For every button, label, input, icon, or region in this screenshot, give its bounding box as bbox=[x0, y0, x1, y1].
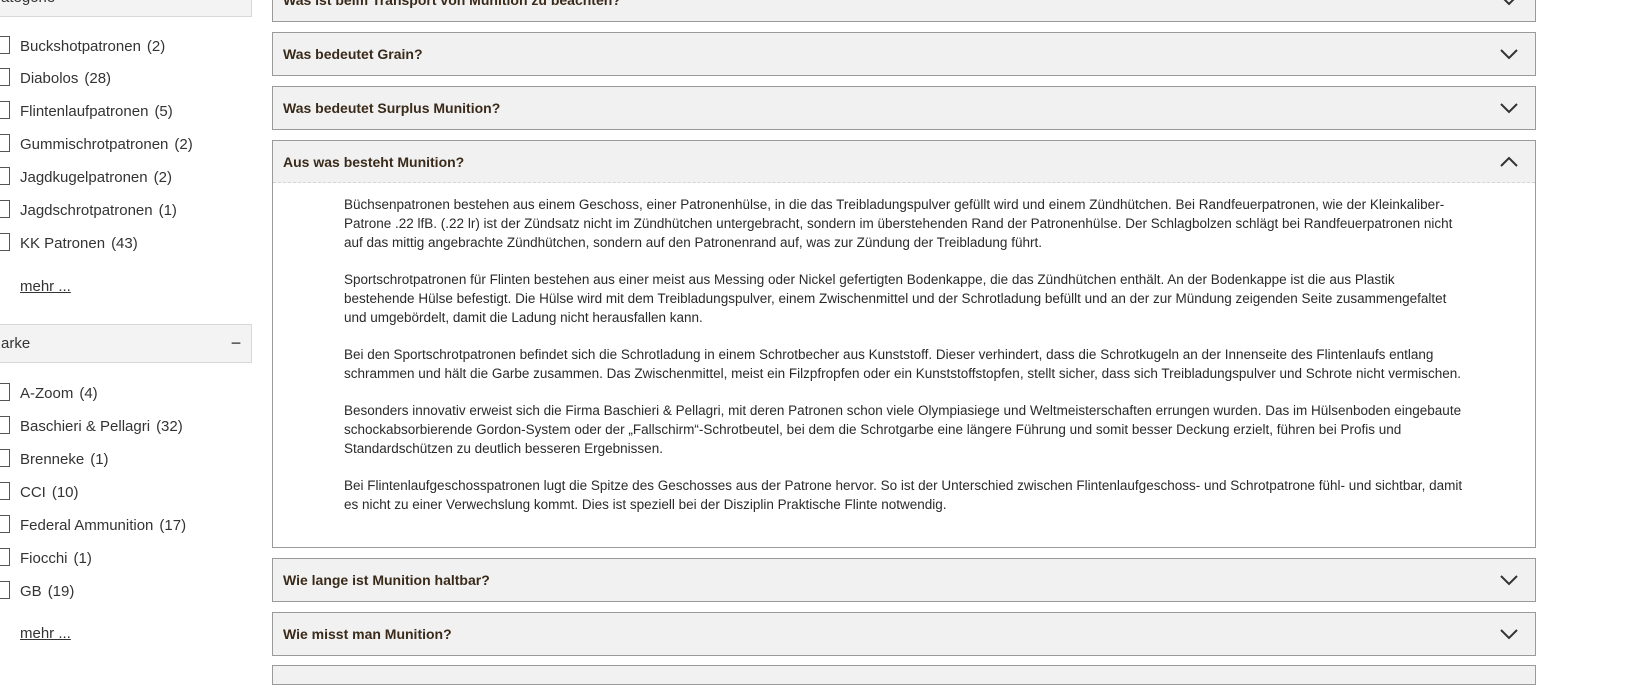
faq-question-header[interactable]: Wie misst man Munition? bbox=[273, 613, 1535, 655]
faq-question-header[interactable]: Aus was besteht Munition? bbox=[273, 141, 1535, 183]
filter-option-count: (2) bbox=[153, 168, 172, 186]
checkbox[interactable] bbox=[0, 482, 10, 500]
checkbox[interactable] bbox=[0, 515, 10, 533]
checkbox[interactable] bbox=[0, 167, 10, 185]
checkbox[interactable] bbox=[0, 134, 10, 152]
faq-answer-paragraph: Bei Flintenlaufgeschosspatronen lugt die… bbox=[344, 478, 1463, 512]
filter-option-label: Jagdschrotpatronen bbox=[20, 201, 153, 219]
filter-option-count: (28) bbox=[84, 69, 112, 87]
faq-question-header[interactable]: Was ist beim Transport von Munition zu b… bbox=[273, 0, 1535, 21]
filter-option-count: (19) bbox=[47, 582, 75, 600]
filter-option-count: (5) bbox=[154, 102, 173, 120]
chevron-down-icon[interactable] bbox=[1499, 628, 1519, 640]
filter-option-count: (17) bbox=[159, 516, 187, 534]
checkbox[interactable] bbox=[0, 416, 10, 434]
faq-question: Was ist beim Transport von Munition zu b… bbox=[283, 0, 621, 8]
filter-category-header[interactable]: ategorie bbox=[0, 0, 252, 17]
filter-option-label: Brenneke bbox=[20, 450, 85, 468]
filter-option-label: Baschieri & Pellagri bbox=[20, 417, 151, 435]
faq-answer: Büchsenpatronen bestehen aus einem Gesch… bbox=[273, 183, 1535, 522]
faq-item-transport: Was ist beim Transport von Munition zu b… bbox=[272, 0, 1536, 22]
faq-question: Aus was besteht Munition? bbox=[283, 153, 465, 170]
filter-option-label: Fiocchi bbox=[20, 549, 68, 567]
filter-option-count: (10) bbox=[51, 483, 79, 501]
filter-option-label: KK Patronen bbox=[20, 234, 106, 252]
checkbox[interactable] bbox=[0, 200, 10, 218]
faq-question: Wie lange ist Munition haltbar? bbox=[283, 572, 490, 588]
faq-item-grain: Was bedeutet Grain? bbox=[272, 32, 1536, 76]
filter-option-label: Flintenlaufpatronen bbox=[20, 102, 149, 120]
filter-option-label: Federal Ammunition bbox=[20, 516, 154, 534]
faq-answer-paragraph: Sportschrotpatronen für Flinten bestehen… bbox=[344, 272, 1447, 325]
filter-option-count: (1) bbox=[158, 201, 177, 219]
faq-item-haltbarkeit: Wie lange ist Munition haltbar? bbox=[272, 558, 1536, 602]
filter-option-label: GB bbox=[20, 582, 42, 600]
checkbox[interactable] bbox=[0, 449, 10, 467]
category-more-link[interactable]: mehr ... bbox=[20, 278, 71, 295]
chevron-up-icon[interactable] bbox=[1499, 156, 1519, 168]
faq-answer-paragraph: Büchsenpatronen bestehen aus einem Gesch… bbox=[344, 197, 1453, 250]
filter-option-label: CCI bbox=[20, 483, 46, 501]
filter-option-label: Diabolos bbox=[20, 69, 79, 87]
checkbox[interactable] bbox=[0, 581, 10, 599]
collapse-minus-icon[interactable]: − bbox=[221, 333, 251, 354]
faq-item-surplus: Was bedeutet Surplus Munition? bbox=[272, 86, 1536, 130]
filter-option-count: (2) bbox=[174, 135, 193, 153]
faq-answer-paragraph: Bei den Sportschrotpatronen befindet sic… bbox=[344, 347, 1462, 381]
chevron-down-icon[interactable] bbox=[1499, 48, 1519, 60]
checkbox[interactable] bbox=[0, 68, 10, 86]
filter-option-label: Jagdkugelpatronen bbox=[20, 168, 148, 186]
filter-option-count: (43) bbox=[111, 234, 138, 252]
filter-sidebar: ategorie Buckshotpatronen (2) Diabolos (28… bbox=[0, 0, 255, 667]
checkbox[interactable] bbox=[0, 36, 10, 54]
filter-option-count: (1) bbox=[90, 450, 109, 468]
faq-item-bestandteile: Aus was besteht Munition? Büchsenpatrone… bbox=[272, 140, 1536, 548]
filter-option-label: Gummischrotpatronen bbox=[20, 135, 169, 153]
filter-option-label: Buckshotpatronen bbox=[20, 37, 141, 55]
checkbox[interactable] bbox=[0, 548, 10, 566]
filter-brand-title: arke bbox=[1, 335, 31, 352]
chevron-down-icon[interactable] bbox=[1499, 574, 1519, 586]
filter-option-count: (32) bbox=[156, 417, 183, 435]
brand-more-link[interactable]: mehr ... bbox=[20, 625, 71, 642]
faq-item-messen: Wie misst man Munition? bbox=[272, 612, 1536, 656]
faq-question-header[interactable]: Was bedeutet Surplus Munition? bbox=[273, 87, 1535, 129]
chevron-down-icon[interactable] bbox=[1499, 0, 1519, 6]
faq-answer-paragraph: Besonders innovativ erweist sich die Fir… bbox=[344, 403, 1462, 456]
checkbox[interactable] bbox=[0, 233, 10, 251]
chevron-down-icon[interactable] bbox=[1499, 102, 1519, 114]
faq-question: Wie misst man Munition? bbox=[283, 626, 452, 642]
filter-option-count: (4) bbox=[79, 384, 98, 402]
checkbox[interactable] bbox=[0, 101, 10, 119]
filter-option-count: (1) bbox=[73, 549, 92, 567]
filter-option-label: A-Zoom bbox=[20, 384, 74, 402]
faq-item-next[interactable] bbox=[272, 665, 1536, 685]
filter-category-title: ategorie bbox=[1, 0, 251, 6]
faq-question: Was bedeutet Surplus Munition? bbox=[283, 100, 501, 116]
faq-question: Was bedeutet Grain? bbox=[283, 46, 423, 62]
checkbox[interactable] bbox=[0, 383, 10, 401]
filter-brand-header[interactable]: arke − bbox=[0, 324, 252, 363]
faq-question-header[interactable]: Was bedeutet Grain? bbox=[273, 33, 1535, 75]
faq-question-header[interactable]: Wie lange ist Munition haltbar? bbox=[273, 559, 1535, 601]
filter-option-count: (2) bbox=[146, 37, 166, 55]
